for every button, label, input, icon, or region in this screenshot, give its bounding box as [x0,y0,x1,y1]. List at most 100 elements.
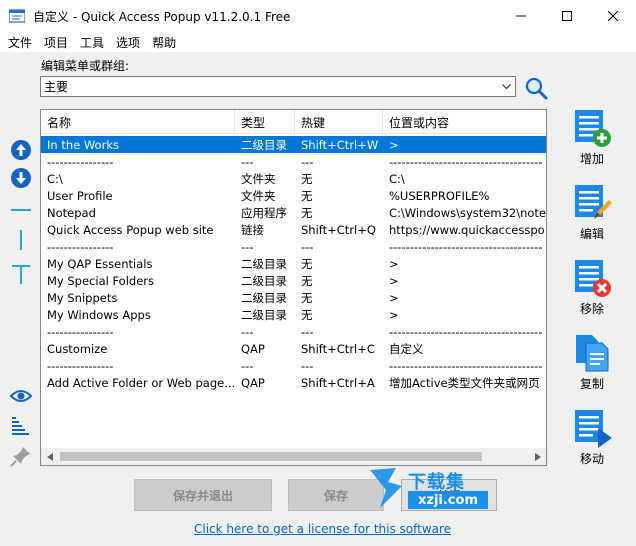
cell-name: ---------------- [47,154,114,169]
license-link[interactable]: Click here to get a license for this sof… [194,522,451,536]
chevron-left-icon [46,452,53,461]
edit-item-button[interactable]: 编辑 [566,183,618,253]
sort-button[interactable] [9,414,33,438]
cell-hotkey: 无 [301,205,313,220]
table-row[interactable]: Customize QAP Shift+Ctrl+C 自定义 [41,340,546,357]
table-row[interactable]: My QAP Essentials 二级目录无 > [41,255,546,272]
cell-hotkey: --- [301,154,314,169]
table-row[interactable]: My Windows Apps 二级目录无 > [41,306,546,323]
arrow-down-icon [11,168,31,188]
pin-icon [10,447,30,467]
cell-name: Customize [47,341,108,356]
column-header-location[interactable]: 位置或内容 [383,110,546,134]
remove-item-button[interactable]: 移除 [566,258,618,328]
cell-type: --- [241,324,254,339]
add-column-break-button[interactable] [9,228,33,252]
menu-options[interactable]: 选项 [110,34,146,51]
list-rows: In the Works 二级目录 Shift+Ctrl+W > -----------… [41,136,546,391]
move-item-button[interactable]: 移动 [566,408,618,478]
cell-location: > [389,256,399,271]
arrow-up-icon [11,140,31,160]
cell-type: QAP [241,375,265,390]
add-separator-button[interactable] [9,198,33,222]
table-row[interactable]: ---------------- --- --- ------------------… [41,357,546,374]
text-separator-icon [12,265,30,284]
title-bar: 自定义 - Quick Access Popup v11.2.0.1 Free [0,0,636,32]
menu-file[interactable]: 文件 [2,34,38,51]
table-row[interactable]: My Snippets 二级目录无 > [41,289,546,306]
horizontal-scrollbar[interactable] [41,448,546,465]
cell-location: > [389,290,399,305]
column-header-name[interactable]: 名称 [41,110,235,134]
menu-items-list[interactable]: 名称 类型 热键 位置或内容 In the Works 二级目录 Shift+Ctr… [40,109,547,466]
pin-button[interactable] [9,444,33,468]
table-row[interactable]: User Profile 文件夹 无 %USERPROFILE% [41,187,546,204]
cell-hotkey: Shift+Ctrl+Q [301,222,376,237]
move-up-button[interactable] [9,138,33,162]
search-icon[interactable] [524,76,548,100]
minimize-button[interactable] [498,0,544,32]
scroll-right-button[interactable] [529,448,546,465]
cell-location: 增加Active类型文件夹或网页 [389,375,540,390]
cell-hotkey: --- [301,358,314,373]
menu-items[interactable]: 项目 [38,34,74,51]
cell-location: %USERPROFILE% [389,188,490,203]
scrollbar-thumb[interactable] [60,452,482,461]
table-row[interactable]: Add Active Folder or Web page... QAP Shift… [41,374,546,391]
cell-hotkey: Shift+Ctrl+A [301,375,375,390]
cell-name: Notepad [47,205,96,220]
cell-name: Add Active Folder or Web page... [47,375,235,390]
cell-name: C:\ [47,171,63,186]
close-window-button[interactable] [590,0,636,32]
table-row[interactable]: My Special Folders 二级目录无 > [41,272,546,289]
table-row[interactable]: ---------------- --- --- ------------------… [41,153,546,170]
copy-item-icon [576,335,609,372]
add-text-separator-button[interactable] [9,262,33,286]
table-row[interactable]: C:\ 文件夹 无 C:\ [41,170,546,187]
group-dropdown[interactable]: 主要 [40,76,516,97]
minimize-icon [516,15,526,17]
cell-location: ------------------------------------- [389,324,543,339]
cell-type: QAP [241,341,265,356]
group-label: 编辑菜单或群组: [41,59,130,73]
add-item-icon [575,110,611,147]
menu-tools[interactable]: 工具 [74,34,110,51]
cell-location: https://www.quickaccesspo [389,222,545,237]
column-header-hotkey[interactable]: 热键 [295,110,383,134]
table-row[interactable]: Notepad 应用程序无 C:\Windows\system32\note [41,204,546,221]
add-item-label: 增加 [579,152,604,166]
watermark-subtitle: xzji.com [408,491,488,509]
cell-type: 应用程序 [241,205,287,220]
add-item-button[interactable]: 增加 [566,108,618,178]
cell-type: --- [241,358,254,373]
remove-item-icon [575,260,611,297]
move-item-icon [575,410,612,448]
sort-bars-icon [12,417,29,435]
table-row[interactable]: ---------------- --- --- ------------------… [41,238,546,255]
cell-hotkey: 无 [301,256,313,271]
cell-type: 二级目录 [241,290,287,305]
cell-hotkey: --- [301,324,314,339]
table-row[interactable]: Quick Access Popup web site 链接 Shift+Ctrl+… [41,221,546,238]
menu-help[interactable]: 帮助 [146,34,182,51]
move-down-button[interactable] [9,166,33,190]
scrollbar-track[interactable] [58,448,529,465]
column-header-type[interactable]: 类型 [235,110,295,134]
vertical-separator-icon [20,230,22,250]
table-row[interactable]: In the Works 二级目录 Shift+Ctrl+W > [41,136,546,153]
close-icon [608,11,618,21]
cell-location: ------------------------------------- [389,154,543,169]
cell-hotkey: 无 [301,171,313,186]
preview-menu-button[interactable] [9,384,33,408]
cell-location: > [389,273,399,288]
cell-hotkey: Shift+Ctrl+C [301,341,375,356]
maximize-button[interactable] [544,0,590,32]
copy-item-button[interactable]: 复制 [566,333,618,403]
save-and-exit-button[interactable]: 保存并退出 [134,479,272,511]
cell-name: ---------------- [47,239,114,254]
cell-location: > [389,137,399,152]
table-row[interactable]: ---------------- --- --- ------------------… [41,323,546,340]
cell-type: 链接 [241,222,264,237]
scroll-left-button[interactable] [41,448,58,465]
cell-hotkey: 无 [301,290,313,305]
